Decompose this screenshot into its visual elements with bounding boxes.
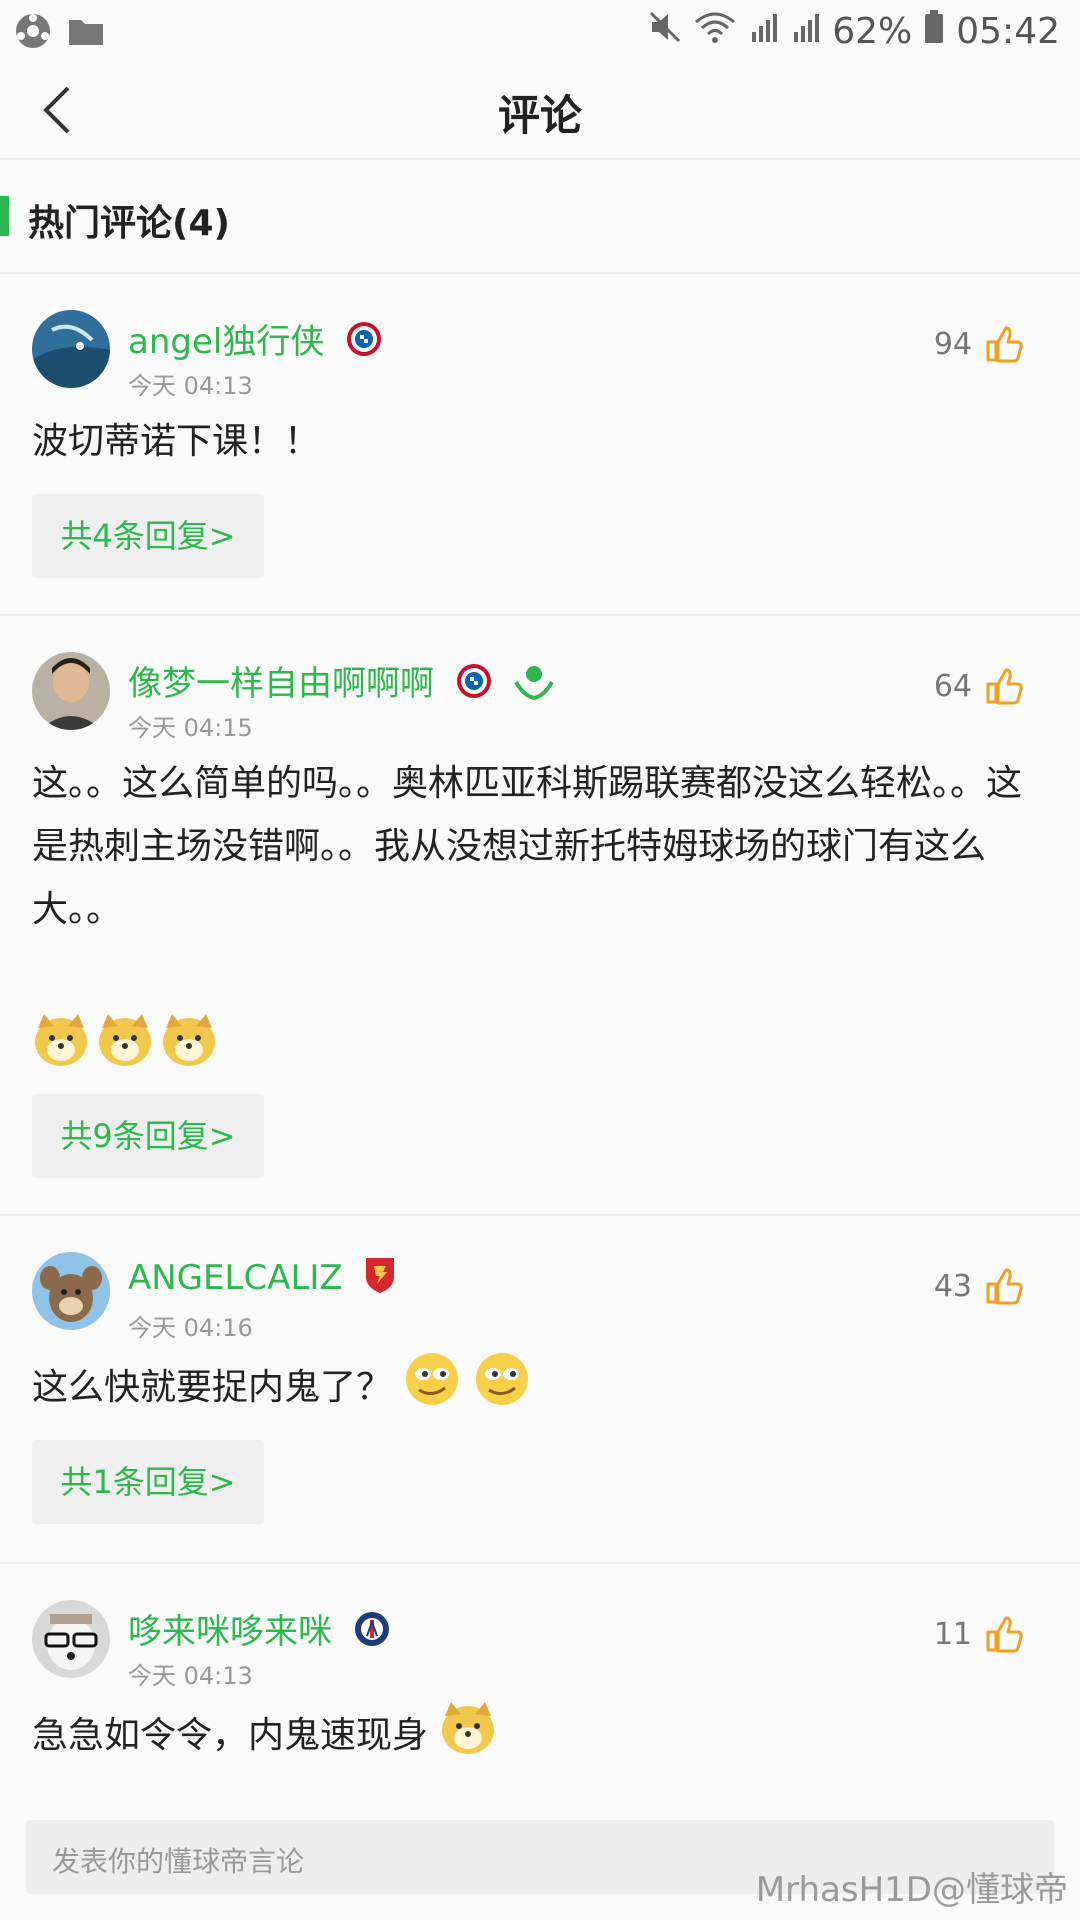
replies-button[interactable]: 共4条回复>: [32, 494, 264, 578]
app-header: 评论: [0, 62, 1080, 160]
username-text[interactable]: ANGELCALIZ: [128, 1258, 343, 1298]
username-text[interactable]: 哆来咪哆来咪: [128, 1612, 332, 1652]
comment-text: 急急如令令，内鬼速现身: [32, 1715, 429, 1756]
football-app-icon: [14, 12, 52, 54]
like-button[interactable]: 11: [934, 1614, 1024, 1654]
hot-comments-header: 热门评论(4): [0, 160, 1080, 274]
like-button[interactable]: 94: [934, 324, 1024, 364]
doge-emoji-icon: [439, 1698, 497, 1776]
bayern-badge-icon: [345, 320, 383, 367]
page-title: 评论: [497, 91, 582, 140]
username[interactable]: 像梦一样自由啊啊啊: [128, 656, 554, 709]
doge-emoji-icon: [160, 1010, 218, 1072]
comment-item: 像梦一样自由啊啊啊 今天 04:15 64 这。。这么简单的吗。。奥林匹亚科斯踢…: [0, 616, 1080, 1216]
signal-3g-icon: [790, 10, 820, 53]
section-label: 热门评论(4): [28, 203, 230, 244]
comment-text: 这么快就要捉内鬼了？: [32, 1367, 393, 1408]
comment-time: 今天 04:15: [128, 714, 253, 742]
like-count: 64: [933, 668, 972, 704]
comment-time: 今天 04:13: [128, 1662, 253, 1690]
comment-item: ANGELCALIZ 今天 04:16 43 这么快就要捉内鬼了？ 共1条回复>: [0, 1216, 1080, 1564]
username-text[interactable]: 像梦一样自由啊啊啊: [128, 664, 434, 704]
comment-text: 波切蒂诺下课！！: [32, 421, 321, 462]
like-count: 11: [933, 1616, 972, 1652]
doge-emoji-icon: [96, 1010, 154, 1072]
like-count: 43: [933, 1268, 972, 1304]
doge-emoji-icon: [32, 1010, 90, 1072]
folder-icon: [68, 16, 104, 50]
username[interactable]: 哆来咪哆来咪: [128, 1604, 391, 1657]
mute-icon: [648, 10, 682, 53]
comment-item: angel独行侠 今天 04:13 94 波切蒂诺下课！！ 共4条回复>: [0, 274, 1080, 616]
thumbs-up-icon: [986, 1616, 1023, 1653]
comment-time: 今天 04:16: [128, 1314, 253, 1342]
like-button[interactable]: 64: [934, 666, 1024, 706]
replies-button[interactable]: 共1条回复>: [32, 1440, 264, 1524]
watermark: MrhasH1D@懂球帝: [755, 1870, 1068, 1910]
avatar[interactable]: [32, 652, 110, 730]
username[interactable]: ANGELCALIZ: [128, 1256, 396, 1303]
comment-item: 哆来咪哆来咪 今天 04:13 11 急急如令令，内鬼速现身: [0, 1564, 1080, 1814]
battery-percent: 62%: [832, 11, 913, 52]
status-bar: 62% 05:42: [0, 0, 1080, 62]
username[interactable]: angel独行侠: [128, 314, 383, 367]
replies-button[interactable]: 共9条回复>: [32, 1094, 264, 1178]
comment-text: 这。。这么简单的吗。。奥林匹亚科斯踢联赛都没这么轻松。。这是热刺主场没错啊。。我…: [32, 763, 1023, 930]
clock: 05:42: [956, 11, 1060, 52]
wifi-icon: [694, 10, 736, 53]
psg-badge-icon: [353, 1610, 391, 1657]
bayern-badge-icon: [455, 662, 493, 709]
like-button[interactable]: 43: [934, 1266, 1024, 1306]
comment-text-row: 急急如令令，内鬼速现身: [32, 1698, 1042, 1776]
section-accent-bar: [0, 196, 9, 236]
signal-e-icon: [748, 10, 778, 53]
username-text[interactable]: angel独行侠: [128, 322, 324, 362]
like-count: 94: [933, 326, 972, 362]
smirk-emoji-icon: [403, 1350, 461, 1428]
guangzhou-evergrande-badge-icon: [364, 1256, 396, 1303]
comment-input-placeholder[interactable]: 发表你的懂球帝言论: [52, 1840, 304, 1880]
comment-time: 今天 04:13: [128, 372, 253, 400]
emoji-row: [32, 1010, 218, 1072]
smirk-emoji-icon: [473, 1350, 531, 1428]
thumbs-up-icon: [986, 668, 1023, 705]
comment-text-row: 这么快就要捉内鬼了？: [32, 1350, 1042, 1428]
avatar[interactable]: [32, 1600, 110, 1678]
charity-hands-icon: [513, 662, 554, 709]
avatar[interactable]: [32, 310, 110, 388]
thumbs-up-icon: [986, 326, 1023, 363]
avatar[interactable]: [32, 1252, 110, 1330]
thumbs-up-icon: [986, 1268, 1023, 1305]
battery-icon: [924, 10, 944, 53]
